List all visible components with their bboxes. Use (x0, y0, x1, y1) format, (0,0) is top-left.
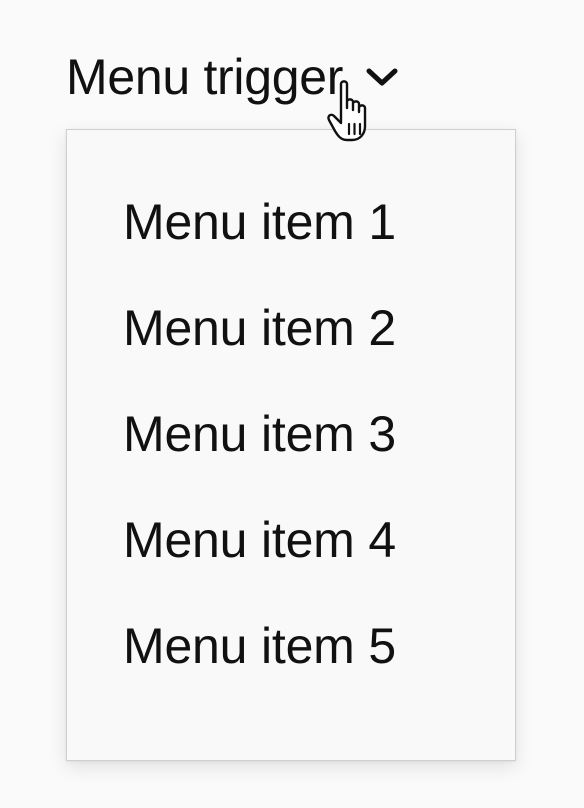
menu-item-3[interactable]: Menu item 3 (123, 404, 396, 464)
menu-item-1[interactable]: Menu item 1 (123, 192, 396, 252)
menu-trigger-button[interactable]: Menu trigger (66, 46, 399, 108)
dropdown-menu: Menu item 1 Menu item 2 Menu item 3 Menu… (66, 129, 516, 761)
chevron-down-icon (365, 66, 399, 88)
menu-item-5[interactable]: Menu item 5 (123, 616, 396, 676)
menu-item-4[interactable]: Menu item 4 (123, 510, 396, 570)
menu-item-2[interactable]: Menu item 2 (123, 298, 396, 358)
menu-trigger-label: Menu trigger (66, 49, 344, 105)
dropdown-demo: Menu trigger Menu item 1 Menu item 2 Men… (0, 0, 584, 808)
